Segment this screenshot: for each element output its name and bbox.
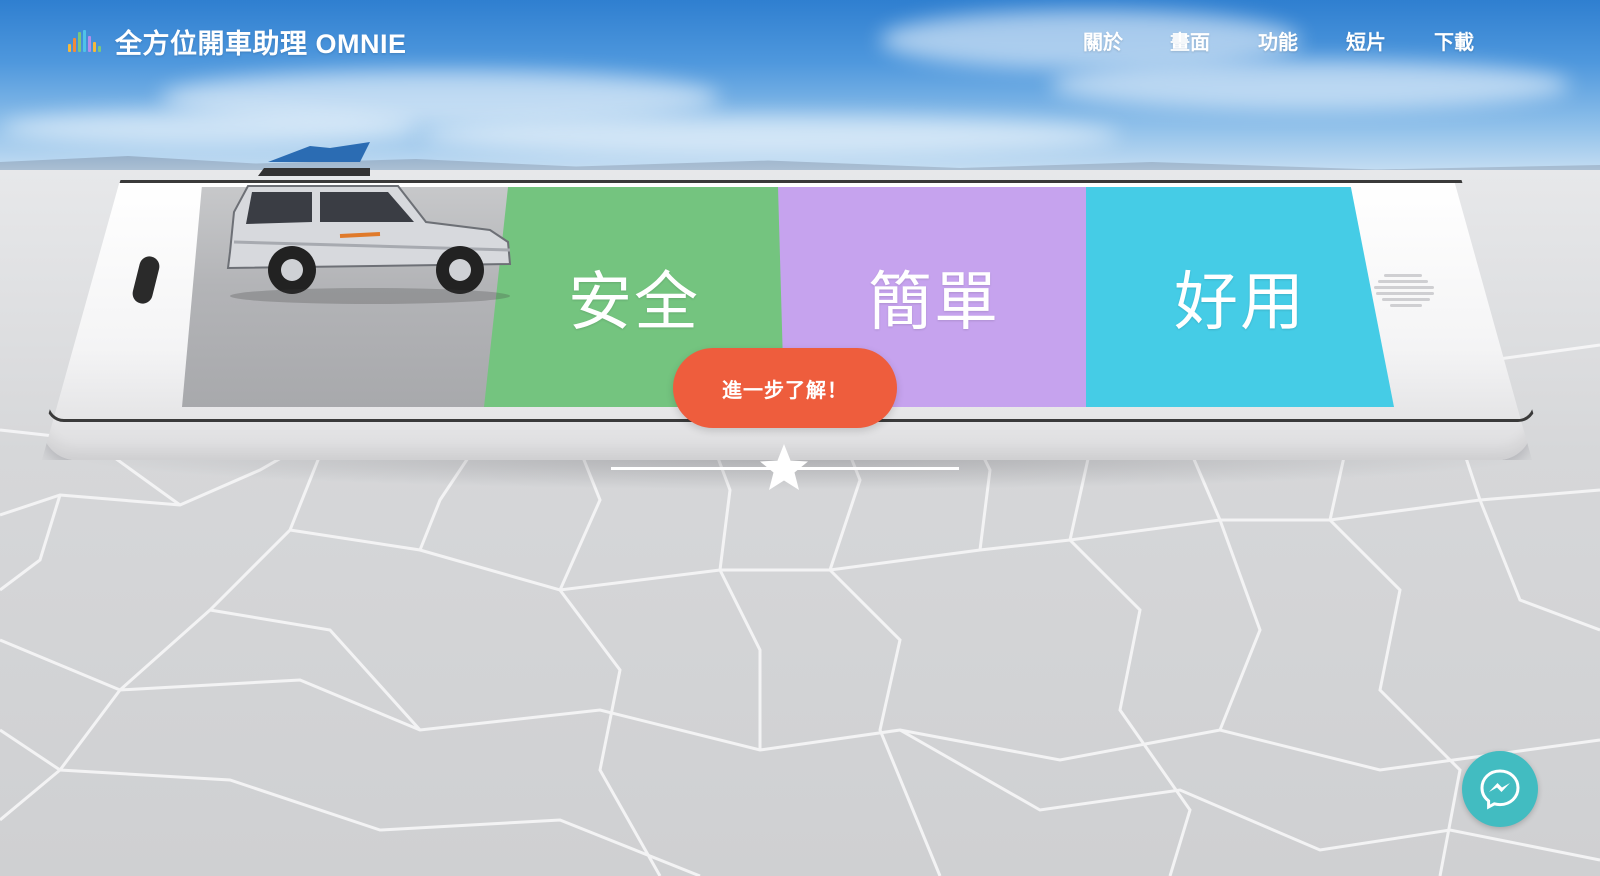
panel-useful-label: 好用	[1174, 266, 1306, 340]
panel-simple-label: 簡單	[868, 266, 1000, 340]
nav-link-videos[interactable]: 短片	[1346, 26, 1386, 55]
nav-link-about[interactable]: 關於	[1083, 26, 1123, 55]
nav-link-features[interactable]: 功能	[1258, 26, 1298, 55]
star-icon	[760, 444, 808, 490]
brand-title[interactable]: 全方位開車助理 OMNIE	[115, 22, 407, 61]
messenger-icon	[1480, 769, 1520, 810]
suv-car-image	[226, 142, 512, 304]
messenger-chat-button[interactable]	[1462, 751, 1538, 827]
learn-more-button[interactable]: 進一步了解！	[673, 348, 897, 428]
panel-safe-label: 安全	[568, 266, 700, 340]
panel-useful: 好用	[1086, 187, 1394, 407]
top-navbar: 全方位開車助理 OMNIE 關於 畫面 功能 短片 下載	[0, 0, 1600, 80]
nav-link-download[interactable]: 下載	[1434, 26, 1474, 55]
nav-link-screens[interactable]: 畫面	[1170, 26, 1210, 55]
logo-bars-icon[interactable]	[68, 30, 104, 52]
